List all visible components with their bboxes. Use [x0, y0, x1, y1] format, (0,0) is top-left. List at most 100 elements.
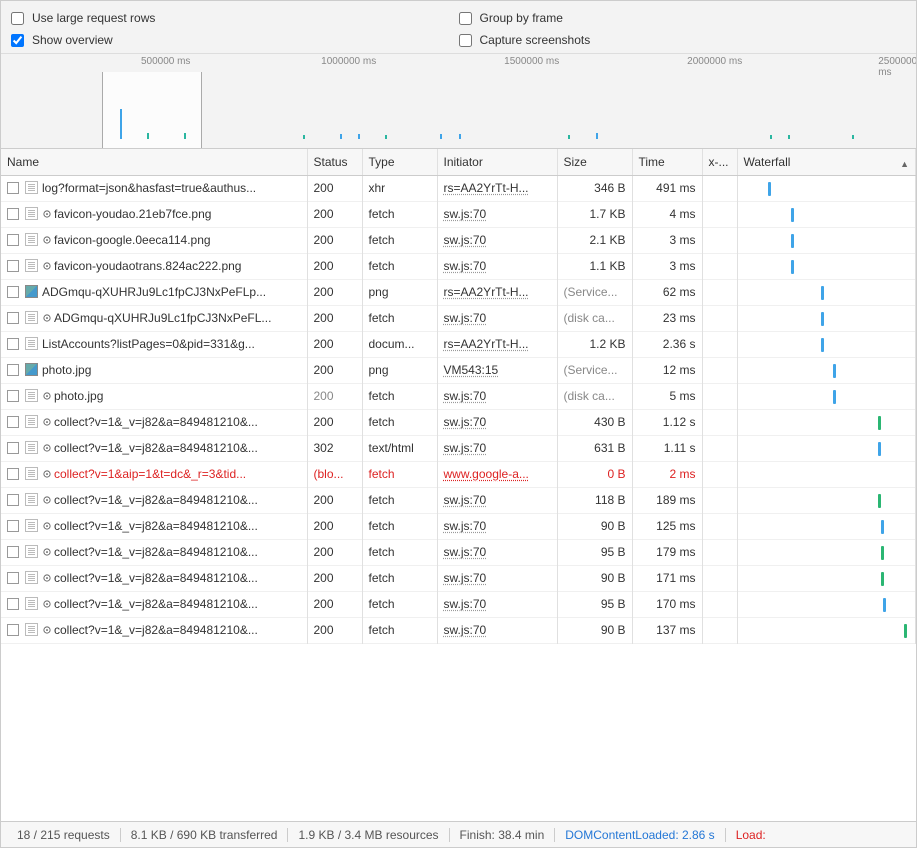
option-large-rows[interactable]: Use large request rows	[11, 7, 459, 29]
col-status[interactable]: Status	[307, 149, 362, 175]
table-row[interactable]: favicon-youdao.21eb7fce.png200fetchsw.js…	[1, 201, 916, 227]
cell-name[interactable]: favicon-youdaotrans.824ac222.png	[1, 253, 307, 279]
cell-initiator[interactable]: www.google-a...	[437, 461, 557, 487]
cell-waterfall[interactable]	[737, 565, 916, 591]
cell-initiator[interactable]: rs=AA2YrTt-H...	[437, 279, 557, 305]
col-type[interactable]: Type	[362, 149, 437, 175]
cell-waterfall[interactable]	[737, 591, 916, 617]
option-group-by-frame[interactable]: Group by frame	[459, 7, 907, 29]
cell-name[interactable]: log?format=json&hasfast=true&authus...	[1, 175, 307, 201]
group-by-frame-checkbox[interactable]	[459, 12, 472, 25]
cell-initiator[interactable]: sw.js:70	[437, 539, 557, 565]
initiator-link[interactable]: sw.js:70	[444, 415, 487, 429]
cell-waterfall[interactable]	[737, 305, 916, 331]
row-checkbox[interactable]	[7, 364, 19, 376]
initiator-link[interactable]: sw.js:70	[444, 233, 487, 247]
row-checkbox[interactable]	[7, 598, 19, 610]
cell-name[interactable]: collect?v=1&_v=j82&a=849481210&...	[1, 513, 307, 539]
initiator-link[interactable]: sw.js:70	[444, 207, 487, 221]
col-waterfall[interactable]: Waterfall	[737, 149, 916, 175]
cell-waterfall[interactable]	[737, 487, 916, 513]
cell-waterfall[interactable]	[737, 409, 916, 435]
cell-waterfall[interactable]	[737, 539, 916, 565]
table-row[interactable]: ADGmqu-qXUHRJu9Lc1fpCJ3NxPeFL...200fetch…	[1, 305, 916, 331]
initiator-link[interactable]: rs=AA2YrTt-H...	[444, 285, 529, 299]
cell-waterfall[interactable]	[737, 201, 916, 227]
table-row[interactable]: photo.jpg200fetchsw.js:70(disk ca...5 ms	[1, 383, 916, 409]
row-checkbox[interactable]	[7, 182, 19, 194]
col-initiator[interactable]: Initiator	[437, 149, 557, 175]
table-row[interactable]: collect?v=1&_v=j82&a=849481210&...200fet…	[1, 539, 916, 565]
timeline-graph[interactable]	[1, 72, 916, 149]
cell-initiator[interactable]: sw.js:70	[437, 201, 557, 227]
cell-name[interactable]: collect?v=1&aip=1&t=dc&_r=3&tid...	[1, 461, 307, 487]
cell-name[interactable]: collect?v=1&_v=j82&a=849481210&...	[1, 435, 307, 461]
network-table-wrap[interactable]: Name Status Type Initiator Size Time x-.…	[1, 149, 916, 821]
table-row[interactable]: photo.jpg200pngVM543:15(Service...12 ms	[1, 357, 916, 383]
cell-name[interactable]: collect?v=1&_v=j82&a=849481210&...	[1, 591, 307, 617]
cell-initiator[interactable]: VM543:15	[437, 357, 557, 383]
cell-name[interactable]: collect?v=1&_v=j82&a=849481210&...	[1, 539, 307, 565]
initiator-link[interactable]: sw.js:70	[444, 623, 487, 637]
row-checkbox[interactable]	[7, 312, 19, 324]
table-row[interactable]: collect?v=1&_v=j82&a=849481210&...200fet…	[1, 591, 916, 617]
initiator-link[interactable]: rs=AA2YrTt-H...	[444, 181, 529, 195]
row-checkbox[interactable]	[7, 208, 19, 220]
show-overview-checkbox[interactable]	[11, 34, 24, 47]
initiator-link[interactable]: sw.js:70	[444, 441, 487, 455]
cell-name[interactable]: collect?v=1&_v=j82&a=849481210&...	[1, 487, 307, 513]
cell-initiator[interactable]: sw.js:70	[437, 513, 557, 539]
table-row[interactable]: collect?v=1&_v=j82&a=849481210&...200fet…	[1, 565, 916, 591]
col-size[interactable]: Size	[557, 149, 632, 175]
table-row[interactable]: ListAccounts?listPages=0&pid=331&g...200…	[1, 331, 916, 357]
table-row[interactable]: collect?v=1&aip=1&t=dc&_r=3&tid...(blo..…	[1, 461, 916, 487]
initiator-link[interactable]: sw.js:70	[444, 571, 487, 585]
initiator-link[interactable]: sw.js:70	[444, 493, 487, 507]
cell-waterfall[interactable]	[737, 617, 916, 643]
cell-name[interactable]: collect?v=1&_v=j82&a=849481210&...	[1, 409, 307, 435]
row-checkbox[interactable]	[7, 442, 19, 454]
cell-name[interactable]: collect?v=1&_v=j82&a=849481210&...	[1, 565, 307, 591]
col-xextra[interactable]: x-...	[702, 149, 737, 175]
row-checkbox[interactable]	[7, 234, 19, 246]
row-checkbox[interactable]	[7, 494, 19, 506]
cell-initiator[interactable]: sw.js:70	[437, 383, 557, 409]
cell-waterfall[interactable]	[737, 253, 916, 279]
row-checkbox[interactable]	[7, 520, 19, 532]
row-checkbox[interactable]	[7, 390, 19, 402]
table-row[interactable]: favicon-google.0eeca114.png200fetchsw.js…	[1, 227, 916, 253]
cell-waterfall[interactable]	[737, 279, 916, 305]
timeline-overview[interactable]: 500000 ms 1000000 ms 1500000 ms 2000000 …	[1, 54, 916, 149]
cell-initiator[interactable]: sw.js:70	[437, 617, 557, 643]
initiator-link[interactable]: VM543:15	[444, 363, 499, 377]
table-row[interactable]: collect?v=1&_v=j82&a=849481210&...200fet…	[1, 487, 916, 513]
cell-waterfall[interactable]	[737, 227, 916, 253]
cell-name[interactable]: photo.jpg	[1, 383, 307, 409]
table-row[interactable]: collect?v=1&_v=j82&a=849481210&...302tex…	[1, 435, 916, 461]
cell-waterfall[interactable]	[737, 175, 916, 201]
table-row[interactable]: collect?v=1&_v=j82&a=849481210&...200fet…	[1, 513, 916, 539]
capture-screenshots-checkbox[interactable]	[459, 34, 472, 47]
cell-waterfall[interactable]	[737, 383, 916, 409]
cell-initiator[interactable]: rs=AA2YrTt-H...	[437, 175, 557, 201]
cell-initiator[interactable]: sw.js:70	[437, 487, 557, 513]
cell-initiator[interactable]: sw.js:70	[437, 435, 557, 461]
cell-initiator[interactable]: sw.js:70	[437, 565, 557, 591]
cell-waterfall[interactable]	[737, 357, 916, 383]
initiator-link[interactable]: sw.js:70	[444, 545, 487, 559]
large-rows-checkbox[interactable]	[11, 12, 24, 25]
initiator-link[interactable]: sw.js:70	[444, 389, 487, 403]
row-checkbox[interactable]	[7, 546, 19, 558]
cell-initiator[interactable]: sw.js:70	[437, 409, 557, 435]
cell-name[interactable]: collect?v=1&_v=j82&a=849481210&...	[1, 617, 307, 643]
table-row[interactable]: log?format=json&hasfast=true&authus...20…	[1, 175, 916, 201]
row-checkbox[interactable]	[7, 260, 19, 272]
initiator-link[interactable]: sw.js:70	[444, 311, 487, 325]
table-row[interactable]: collect?v=1&_v=j82&a=849481210&...200fet…	[1, 617, 916, 643]
cell-waterfall[interactable]	[737, 435, 916, 461]
cell-initiator[interactable]: rs=AA2YrTt-H...	[437, 331, 557, 357]
option-capture-screenshots[interactable]: Capture screenshots	[459, 29, 907, 51]
cell-initiator[interactable]: sw.js:70	[437, 305, 557, 331]
cell-name[interactable]: ListAccounts?listPages=0&pid=331&g...	[1, 331, 307, 357]
cell-waterfall[interactable]	[737, 331, 916, 357]
